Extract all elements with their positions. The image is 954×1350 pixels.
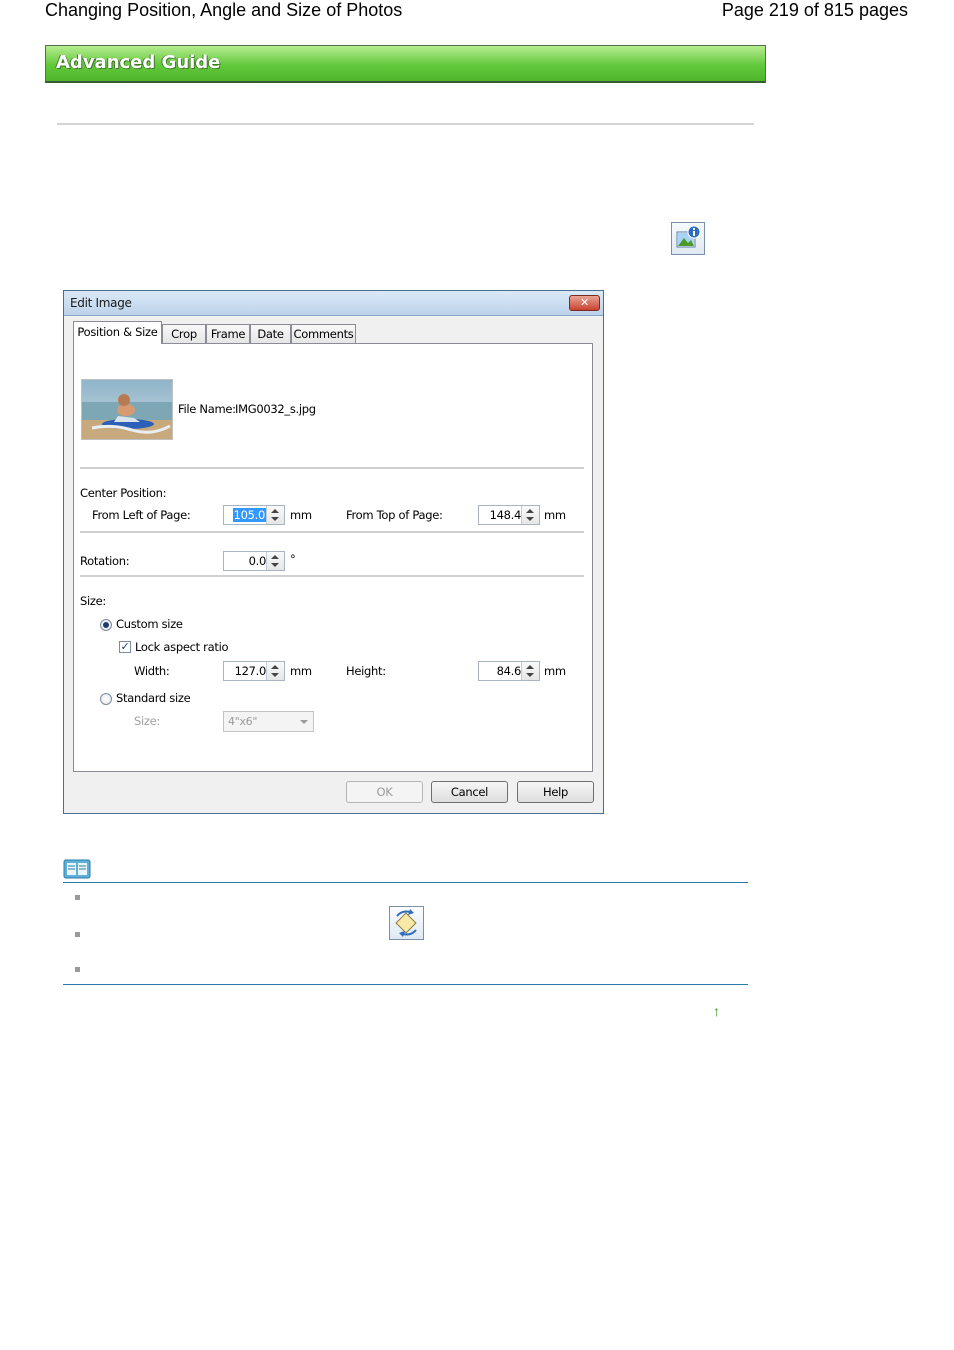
center-position-label: Center Position: [80,486,167,500]
cancel-button[interactable]: Cancel [431,781,508,803]
page-title: Changing Position, Angle and Size of Pho… [45,0,403,20]
standard-size-radio[interactable] [100,693,112,705]
rotation-unit: ° [290,552,296,566]
dialog-title: Edit Image [70,296,132,310]
height-value[interactable]: 84.6 [497,664,522,678]
back-to-top-icon[interactable]: ↑ [713,1003,720,1019]
standard-size-select[interactable]: 4"x6" [223,711,314,732]
header-divider [57,123,754,125]
from-left-spinner[interactable]: 105.0 [223,505,285,525]
from-top-value[interactable]: 148.4 [490,508,522,522]
height-label: Height: [346,664,386,678]
standard-size-label: Standard size [116,691,191,705]
page-indicator: Page 219 of 815 pages [721,0,908,20]
lock-aspect-label: Lock aspect ratio [135,640,229,654]
close-button[interactable]: ✕ [569,295,600,311]
spinner-arrows[interactable] [521,506,539,524]
note-bottom-rule [63,984,748,985]
advanced-guide-banner: Advanced Guide [45,45,766,83]
spinner-arrows[interactable] [266,662,284,680]
section-divider [80,575,584,578]
from-left-value[interactable]: 105.0 [232,508,266,522]
size-label: Size: [80,594,106,608]
rotation-label: Rotation: [80,554,130,568]
tab-frame[interactable]: Frame [206,324,250,343]
lock-aspect-checkbox[interactable]: ✓ [119,641,131,653]
height-spinner[interactable]: 84.6 [478,661,540,681]
from-left-label: From Left of Page: [92,508,191,522]
photo-thumbnail [81,379,173,440]
image-info-icon [671,222,705,255]
note-top-rule [63,882,748,883]
position-size-panel: File Name: IMG0032_s.jpg Center Position… [73,343,593,772]
height-unit: mm [544,664,566,678]
standard-size-value: 4"x6" [228,715,258,728]
chevron-down-icon [300,720,308,724]
tab-date[interactable]: Date [250,324,291,343]
spinner-arrows[interactable] [266,506,284,524]
from-top-label: From Top of Page: [346,508,443,522]
rotation-spinner[interactable]: 0.0 [223,551,285,571]
standard-size-sublabel: Size: [134,714,160,728]
section-divider [80,467,584,470]
rotate-icon [389,906,424,940]
note-bullet [75,895,80,900]
banner-label: Advanced Guide [56,52,221,73]
note-bullet [75,967,80,972]
custom-size-label: Custom size [116,617,183,631]
file-name-value: IMG0032_s.jpg [235,402,316,416]
spinner-arrows[interactable] [521,662,539,680]
tab-comments[interactable]: Comments [291,324,356,343]
rotation-value[interactable]: 0.0 [249,554,267,568]
help-button[interactable]: Help [517,781,594,803]
note-bullet [75,932,80,937]
file-name-label: File Name: [178,402,236,416]
note-book-icon [63,859,91,879]
width-label: Width: [134,664,170,678]
from-left-unit: mm [290,508,312,522]
tab-position-size[interactable]: Position & Size [73,321,162,344]
from-top-spinner[interactable]: 148.4 [478,505,540,525]
close-icon: ✕ [580,296,589,309]
width-value[interactable]: 127.0 [235,664,267,678]
edit-image-dialog: Edit Image ✕ Position & Size Crop Frame … [63,290,604,814]
ok-button[interactable]: OK [346,781,423,803]
from-top-unit: mm [544,508,566,522]
dialog-titlebar[interactable]: Edit Image ✕ [64,291,603,316]
width-unit: mm [290,664,312,678]
spinner-arrows[interactable] [266,552,284,570]
width-spinner[interactable]: 127.0 [223,661,285,681]
custom-size-radio[interactable] [100,619,112,631]
tab-crop[interactable]: Crop [162,324,206,343]
section-divider [80,531,584,534]
